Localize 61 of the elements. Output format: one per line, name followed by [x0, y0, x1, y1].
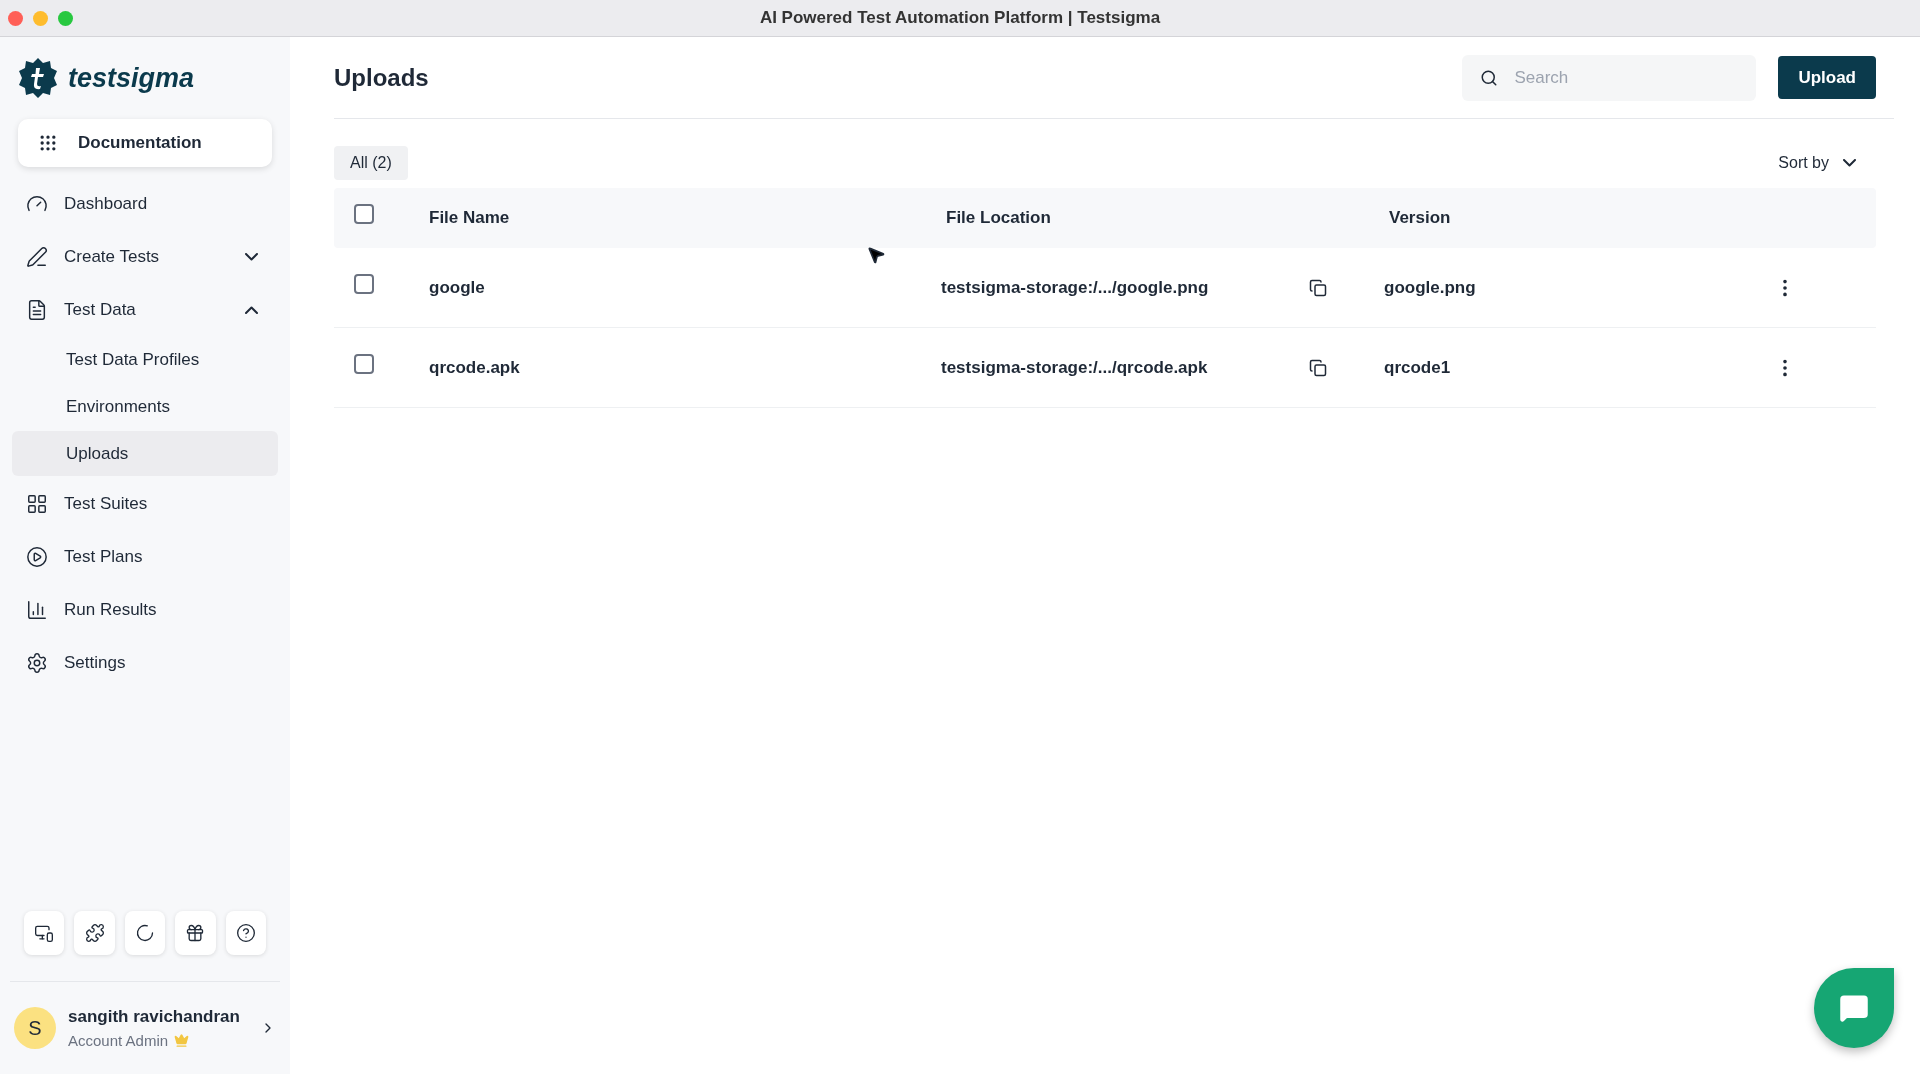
sidebar-item[interactable]: Test Plans: [12, 530, 278, 583]
document-icon: [26, 298, 48, 321]
brand-name: testsigma: [68, 61, 195, 95]
chevron-up-icon: [245, 305, 258, 314]
devices-button[interactable]: [24, 911, 65, 955]
search-field[interactable]: Search: [1462, 54, 1757, 101]
table-cell-text: testsigma-storage:/.../google.png: [941, 276, 1210, 299]
sidebar-item[interactable]: Run Results: [12, 583, 278, 636]
devices-icon: [34, 923, 55, 943]
gift-icon: [185, 923, 206, 943]
mouse-cursor-icon: [866, 245, 886, 265]
user-role: Account Admin: [68, 1030, 169, 1051]
chevron-down-icon: [1843, 159, 1856, 167]
documentation-button[interactable]: Documentation: [18, 119, 272, 167]
column-header: Version: [1389, 207, 1451, 230]
logo-icon: [16, 56, 60, 100]
sidebar-item[interactable]: Settings: [12, 636, 278, 689]
puzzle-button[interactable]: [74, 911, 115, 955]
upload-button[interactable]: Upload: [1778, 56, 1876, 99]
chat-button[interactable]: [1814, 968, 1894, 1048]
table-cell-text: google.png: [1384, 276, 1477, 299]
sidebar-item[interactable]: Dashboard: [12, 177, 278, 230]
puzzle-icon: [84, 923, 105, 943]
table-cell-text: google: [429, 276, 486, 299]
sidebar-subitem[interactable]: Uploads: [12, 431, 278, 476]
play-circle-icon: [26, 545, 48, 568]
user-avatar[interactable]: S: [14, 1007, 56, 1049]
row-checkbox[interactable]: [354, 353, 374, 374]
sidebar-item[interactable]: Test Data: [12, 283, 278, 336]
row-checkbox[interactable]: [354, 273, 374, 294]
grid-dots-icon: [38, 133, 58, 153]
sidebar-item[interactable]: Create Tests: [12, 230, 278, 283]
chevron-down-icon: [245, 252, 258, 261]
column-header: File Name: [429, 207, 511, 230]
table-cell-text: qrcode.apk: [429, 356, 521, 379]
help-icon: [235, 923, 256, 943]
crown-icon: [174, 1033, 190, 1049]
close-window-button[interactable]: [8, 10, 23, 26]
sidebar-subitem[interactable]: Environments: [12, 384, 278, 429]
filter-tab[interactable]: All (2): [334, 146, 408, 180]
circle-button[interactable]: [124, 911, 166, 955]
settings-icon: [26, 651, 48, 674]
copy-icon[interactable]: [1309, 278, 1327, 297]
copy-icon[interactable]: [1309, 358, 1327, 377]
sidebar-subitem[interactable]: Test Data Profiles: [12, 337, 278, 382]
grid-icon: [26, 492, 48, 515]
table-cell-text: qrcode1: [1384, 356, 1452, 379]
table-cell-text: testsigma-storage:/.../qrcode.apk: [941, 356, 1209, 379]
column-header: File Location: [946, 207, 1052, 230]
chat-icon: [1839, 993, 1869, 1023]
help-button[interactable]: [225, 911, 267, 955]
select-all-checkbox[interactable]: [354, 204, 374, 225]
pen-icon: [26, 245, 48, 268]
gift-button[interactable]: [175, 911, 216, 955]
user-name: sangith ravichandran: [68, 1006, 241, 1028]
page-title: Uploads: [334, 62, 430, 93]
sort-dropdown[interactable]: Sort by: [1778, 151, 1876, 175]
sidebar-item[interactable]: Test Suites: [12, 477, 278, 530]
bar-chart-icon: [26, 598, 48, 621]
search-icon: [1480, 68, 1499, 87]
window-title: AI Powered Test Automation Platform | Testsigma: [759, 7, 1161, 30]
